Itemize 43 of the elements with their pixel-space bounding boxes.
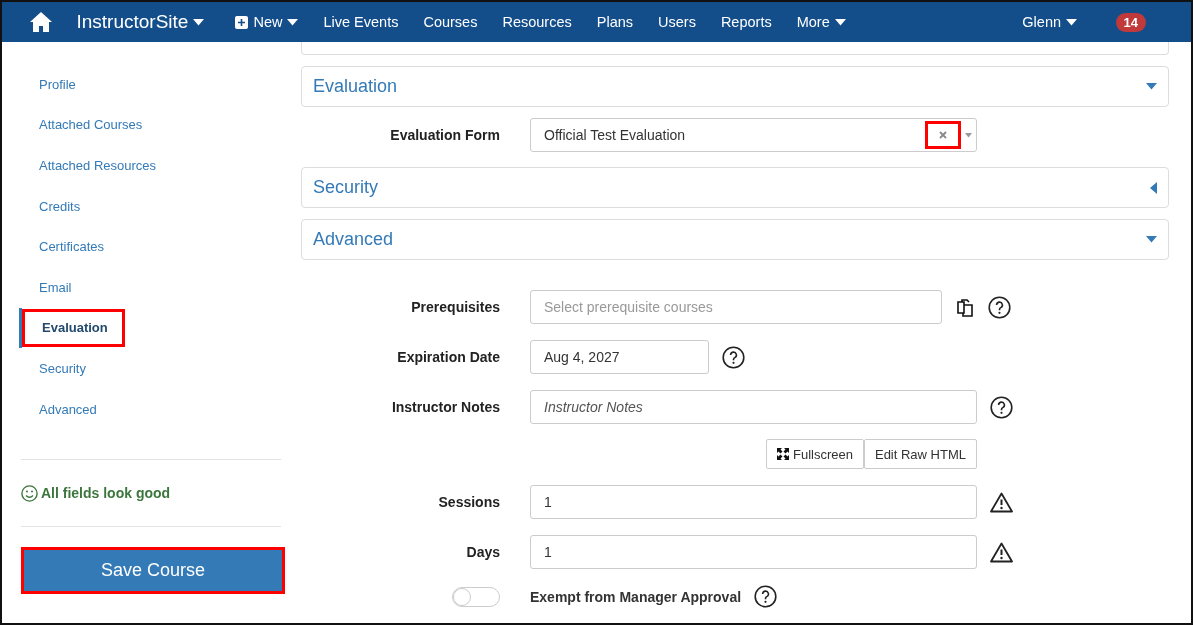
sidebar-item[interactable]: Attached Resources: [22, 146, 174, 185]
sidebar-item[interactable]: Credits: [22, 187, 98, 226]
field-label: Sessions: [437, 494, 500, 510]
smiley-icon: [21, 484, 38, 502]
toggle-label: Exempt from Manager Approval: [530, 588, 742, 605]
save-course-button[interactable]: Save Course: [21, 547, 285, 595]
notification-badge[interactable]: 14: [1115, 12, 1146, 32]
caret-icon: [965, 132, 972, 138]
sidebar-item[interactable]: Security: [22, 349, 103, 388]
field-label: Instructor Notes: [390, 399, 500, 415]
section-header[interactable]: Security: [301, 167, 1169, 208]
nav-link[interactable]: Courses: [410, 2, 490, 42]
close-icon: [939, 131, 947, 139]
field-label: Expiration Date: [396, 349, 500, 365]
caret-icon: [193, 18, 205, 26]
nav-link[interactable]: Users: [645, 2, 709, 42]
caret-icon: [1066, 18, 1078, 26]
sidebar-item[interactable]: Profile: [22, 65, 93, 104]
sidebar-item[interactable]: Certificates: [22, 227, 122, 266]
field-label: Days: [465, 544, 500, 560]
sidebar-item[interactable]: Attached Courses: [22, 105, 160, 144]
field-label: Evaluation Form: [389, 127, 500, 143]
nav-link[interactable]: Resources: [489, 2, 585, 42]
brand-menu[interactable]: InstructorSite: [64, 2, 217, 42]
sidebar-item[interactable]: Email: [22, 268, 89, 307]
nav-link[interactable]: Live Events: [310, 2, 411, 42]
more-menu[interactable]: More: [784, 2, 859, 42]
nav-link[interactable]: Plans: [584, 2, 646, 42]
caret-icon: [287, 18, 299, 26]
user-menu[interactable]: Glenn: [1009, 2, 1090, 42]
validation-status: All fields look good: [41, 485, 171, 502]
sidebar-item[interactable]: Advanced: [22, 390, 114, 429]
new-menu[interactable]: New: [222, 2, 311, 42]
nav-link[interactable]: Reports: [708, 2, 785, 42]
clear-button[interactable]: [925, 121, 961, 149]
sidebar-item[interactable]: Evaluation: [22, 308, 125, 347]
home-icon: [30, 12, 52, 32]
evaluation-form-select[interactable]: Official Test Evaluation: [530, 118, 977, 152]
section-header[interactable]: Advanced: [301, 219, 1169, 260]
caret-icon: [834, 18, 846, 26]
field-label: Prerequisites: [410, 299, 500, 315]
section-header[interactable]: Evaluation: [301, 66, 1169, 107]
plus-square-icon: [235, 15, 249, 29]
